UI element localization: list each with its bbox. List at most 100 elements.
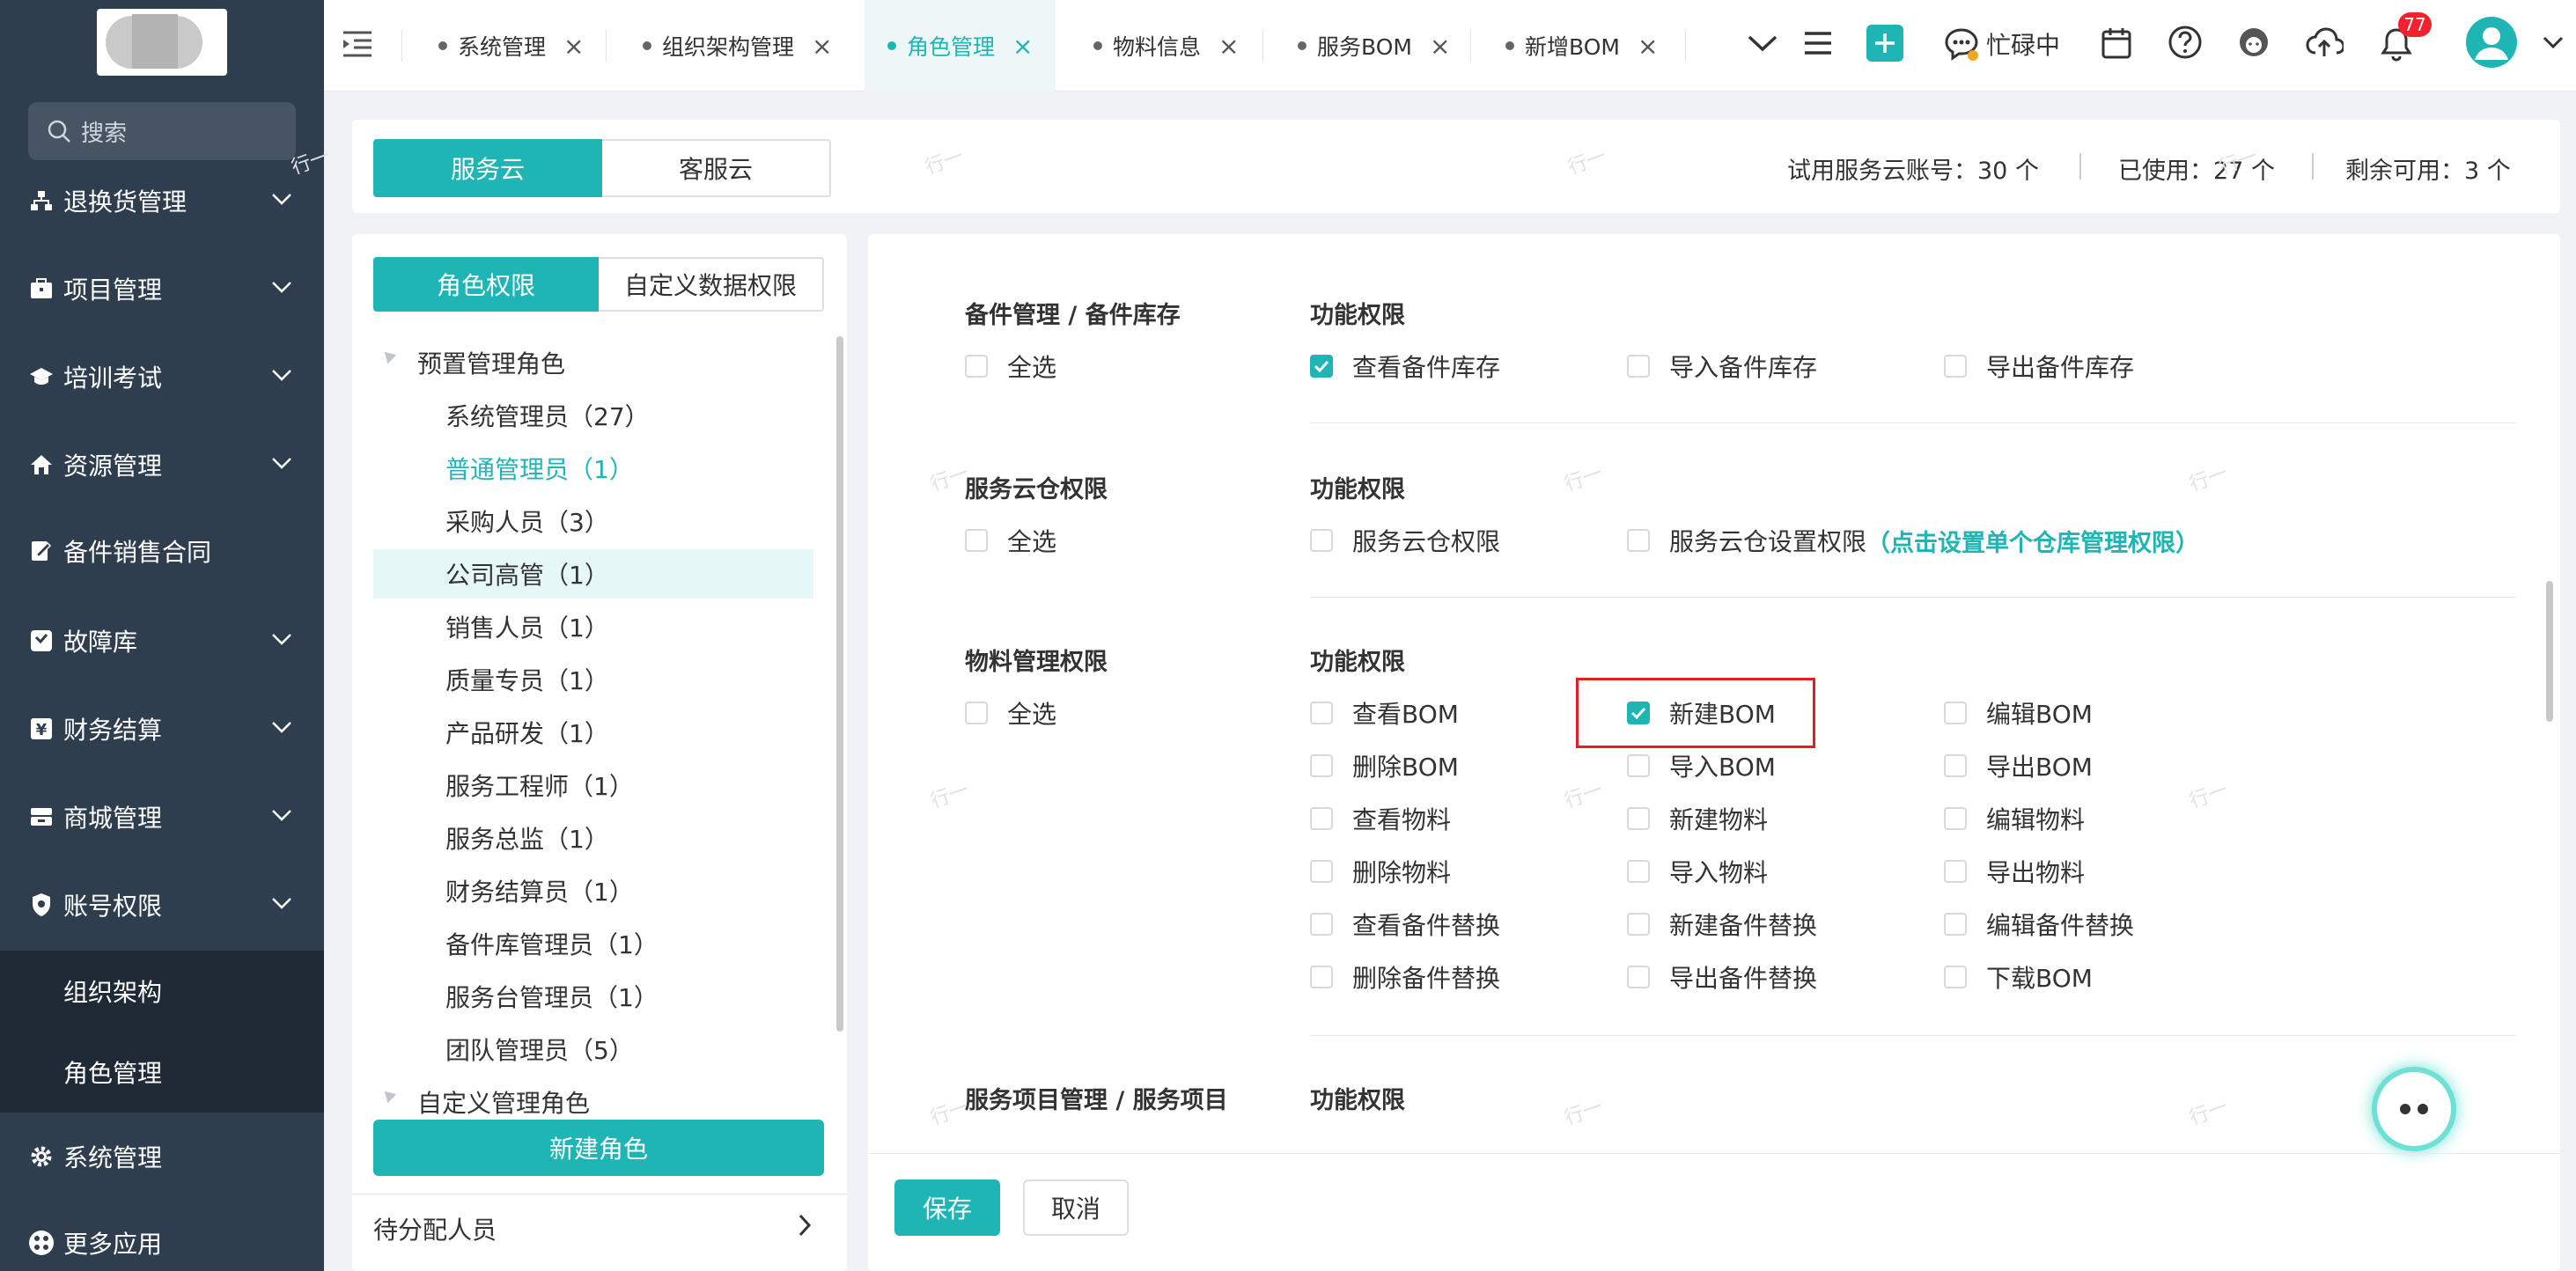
permission-checkbox[interactable]: 导出物料	[1944, 854, 2085, 889]
tree-item-role[interactable]: 服务总监（1）	[445, 820, 609, 856]
list-menu-icon[interactable]	[1803, 30, 1833, 56]
permission-checkbox[interactable]: 导入BOM	[1627, 748, 1776, 783]
tree-item-role[interactable]: 服务台管理员（1）	[445, 979, 659, 1014]
permission-checkbox[interactable]: 服务云仓权限	[1310, 523, 1500, 558]
assistant-bubble[interactable]	[2372, 1067, 2456, 1151]
permission-checkbox[interactable]: 查看备件替换	[1310, 907, 1500, 942]
pending-users-label[interactable]: 待分配人员	[373, 1211, 497, 1246]
permission-checkbox[interactable]: 删除BOM	[1310, 748, 1459, 783]
permission-checkbox[interactable]: 导出备件替换	[1627, 959, 1817, 995]
tree-item-role[interactable]: 采购人员（3）	[445, 503, 609, 539]
sidebar-item-training[interactable]: 培训考试	[0, 333, 324, 421]
tree-item-role[interactable]: 团队管理员（5）	[445, 1032, 634, 1067]
permission-checkbox[interactable]: 新建BOM	[1627, 695, 1776, 731]
permission-checkbox[interactable]: 编辑备件替换	[1944, 907, 2134, 942]
permission-checkbox[interactable]: 导入备件库存	[1627, 349, 1817, 384]
tree-group-preset-roles[interactable]: 预置管理角色	[417, 345, 565, 380]
calendar-icon[interactable]	[2101, 26, 2132, 60]
close-icon[interactable]: ×	[1430, 32, 1450, 61]
sidebar-item-project[interactable]: 项目管理	[0, 245, 324, 333]
cancel-button[interactable]: 取消	[1023, 1179, 1129, 1236]
collapse-triangle-icon[interactable]	[379, 1086, 397, 1104]
tree-item-role[interactable]: 销售人员（1）	[445, 609, 609, 644]
service-cloud-tab[interactable]: 服务云	[373, 139, 602, 197]
permission-checkbox[interactable]: 查看物料	[1310, 801, 1451, 836]
save-button[interactable]: 保存	[894, 1179, 1000, 1236]
sidebar-item-resources[interactable]: 资源管理	[0, 421, 324, 509]
checkbox-box	[1310, 355, 1333, 378]
tab-role-permissions[interactable]: 角色权限	[373, 257, 599, 312]
customer-cloud-tab[interactable]: 客服云	[602, 139, 831, 197]
permission-checkbox[interactable]: 新建物料	[1627, 801, 1768, 836]
permission-checkbox[interactable]: 下载BOM	[1944, 959, 2093, 995]
sidebar-item-parts-contract[interactable]: 备件销售合同	[0, 507, 324, 595]
close-icon[interactable]: ×	[1218, 32, 1239, 61]
select-all-checkbox[interactable]: 全选	[965, 349, 1056, 384]
permission-checkbox[interactable]: 导出备件库存	[1944, 349, 2134, 384]
tree-item-role[interactable]: 公司高管（1）	[445, 556, 609, 591]
collapse-triangle-icon[interactable]	[379, 347, 397, 364]
sidebar-item-return-exchange[interactable]: 退换货管理	[0, 157, 324, 245]
tree-item-role[interactable]: 服务工程师（1）	[445, 768, 634, 803]
tab-role-management[interactable]: 角色管理 ×	[865, 0, 1056, 92]
close-icon[interactable]: ×	[1638, 32, 1658, 61]
tab-material-info[interactable]: 物料信息 ×	[1093, 0, 1239, 92]
tree-item-role[interactable]: 备件库管理员（1）	[445, 926, 659, 961]
sidebar-search-input[interactable]: 搜索	[28, 102, 296, 160]
warehouse-settings-link[interactable]: （点击设置单个仓库管理权限）	[1866, 524, 2199, 558]
add-icon[interactable]	[1866, 25, 1903, 62]
chevron-down-icon[interactable]	[2543, 35, 2564, 49]
scrollbar[interactable]	[2546, 581, 2553, 722]
chevron-down-icon[interactable]	[1747, 33, 1778, 53]
tab-custom-data-permissions[interactable]: 自定义数据权限	[599, 257, 824, 312]
sidebar-item-system-management[interactable]: 系统管理	[0, 1113, 324, 1201]
status-toggle[interactable]: 忙碌中	[1944, 26, 2060, 62]
store-icon	[28, 804, 55, 830]
tree-item-role[interactable]: 系统管理员（27）	[445, 398, 650, 433]
tree-item-role[interactable]: 产品研发（1）	[445, 715, 609, 750]
permission-checkbox[interactable]: 新建备件替换	[1627, 907, 1817, 942]
sidebar-item-more-apps[interactable]: 更多应用	[0, 1199, 324, 1271]
watermark: 行一	[1564, 145, 1609, 180]
customer-service-icon[interactable]	[2236, 25, 2271, 60]
cloud-upload-icon[interactable]	[2305, 26, 2344, 58]
sidebar-item-finance[interactable]: ¥ 财务结算	[0, 685, 324, 773]
tab-system-management[interactable]: 系统管理 ×	[438, 0, 584, 92]
tree-item-role[interactable]: 质量专员（1）	[445, 662, 609, 697]
tree-item-role-selected[interactable]: 普通管理员（1）	[445, 451, 634, 486]
tab-new-bom[interactable]: 新增BOM ×	[1505, 0, 1658, 92]
tree-group-custom-roles[interactable]: 自定义管理角色	[417, 1084, 590, 1114]
sidebar-item-label: 财务结算	[63, 716, 163, 745]
scrollbar[interactable]	[836, 336, 843, 1032]
tree-item-role[interactable]: 财务结算员（1）	[445, 873, 634, 908]
trial-accounts: 试用服务云账号：30 个	[1787, 151, 2039, 186]
permission-checkbox[interactable]: 编辑物料	[1944, 801, 2085, 836]
permission-checkbox[interactable]: 删除物料	[1310, 854, 1451, 889]
tab-service-bom[interactable]: 服务BOM ×	[1298, 0, 1450, 92]
close-icon[interactable]: ×	[812, 32, 832, 61]
select-all-checkbox[interactable]: 全选	[965, 695, 1056, 731]
menu-fold-icon[interactable]	[342, 30, 373, 58]
section-title: 物料管理权限	[965, 649, 1108, 676]
help-icon[interactable]	[2168, 25, 2203, 60]
permission-checkbox[interactable]: 编辑BOM	[1944, 695, 2093, 731]
checkbox-box	[1310, 913, 1333, 936]
sidebar-item-account-permissions[interactable]: 账号权限	[0, 861, 324, 949]
select-all-checkbox[interactable]: 全选	[965, 523, 1056, 558]
new-role-button[interactable]: 新建角色	[373, 1120, 824, 1176]
sidebar-item-mall[interactable]: 商城管理	[0, 773, 324, 861]
permission-checkbox[interactable]: 查看BOM	[1310, 695, 1459, 731]
chevron-right-icon[interactable]	[798, 1213, 812, 1238]
permission-checkbox[interactable]: 删除备件替换	[1310, 959, 1500, 995]
permission-checkbox[interactable]: 服务云仓设置权限 （点击设置单个仓库管理权限）	[1627, 523, 2199, 558]
sidebar-item-fault-library[interactable]: 故障库	[0, 597, 324, 685]
tab-org-structure[interactable]: 组织架构管理 ×	[643, 0, 832, 92]
close-icon[interactable]: ×	[563, 32, 584, 61]
permission-checkbox[interactable]: 导出BOM	[1944, 748, 2093, 783]
close-icon[interactable]: ×	[1012, 32, 1033, 61]
permission-checkbox[interactable]: 查看备件库存	[1310, 349, 1500, 384]
sidebar-subitem-org-structure[interactable]: 组织架构	[0, 951, 324, 1032]
avatar[interactable]	[2465, 16, 2518, 69]
permission-checkbox[interactable]: 导入物料	[1627, 854, 1768, 889]
sidebar-subitem-role-management[interactable]: 角色管理	[0, 1032, 324, 1113]
